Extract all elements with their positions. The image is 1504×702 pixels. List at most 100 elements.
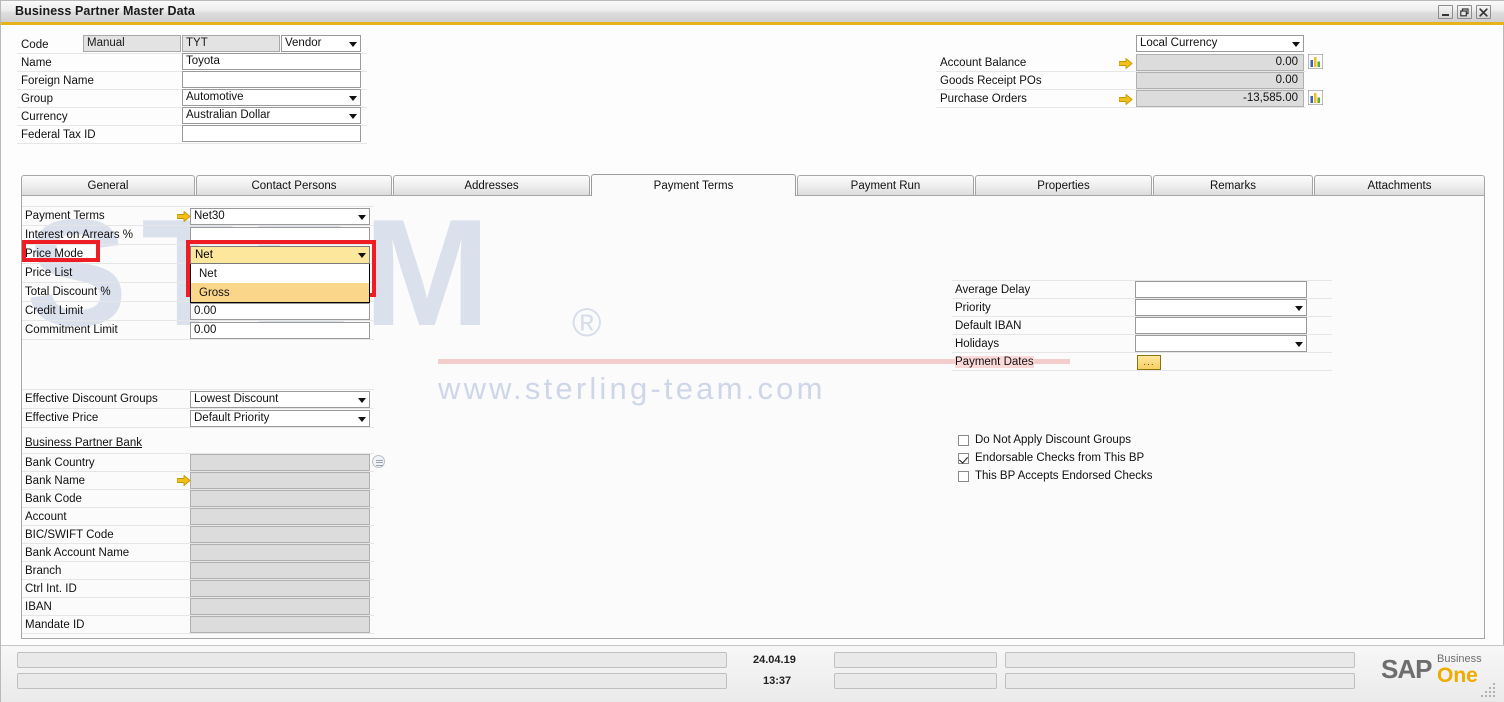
watermark-url: www.sterling-team.com	[438, 371, 826, 406]
tab-payment-terms-label: Payment Terms	[653, 179, 734, 192]
payment-terms-select[interactable]: Net30	[190, 208, 370, 225]
tab-addresses-label: Addresses	[464, 179, 519, 192]
price-mode-selected-value-box[interactable]: Net	[190, 246, 370, 264]
checkbox-do-not-apply-discount-groups[interactable]	[958, 435, 969, 446]
label-total-discount: Total Discount %	[25, 286, 111, 298]
sap-business-one-logo: SAP Business One	[1381, 652, 1491, 687]
tab-payment-terms[interactable]: Payment Terms	[591, 174, 796, 196]
application-window: Business Partner Master Data Code Name F…	[0, 0, 1504, 702]
effective-price-select[interactable]: Default Priority	[190, 410, 370, 427]
label-priority: Priority	[955, 302, 991, 314]
bic-swift-code-field[interactable]	[190, 526, 370, 543]
checkbox-endorsable-checks-from-this-bp[interactable]	[958, 453, 969, 464]
tab-contact-persons[interactable]: Contact Persons	[196, 175, 392, 195]
tab-remarks[interactable]: Remarks	[1153, 175, 1313, 195]
restore-button[interactable]	[1457, 5, 1472, 19]
tab-addresses[interactable]: Addresses	[393, 175, 590, 195]
price-mode-options-list: Net Gross	[190, 264, 370, 303]
tab-attachments[interactable]: Attachments	[1314, 175, 1485, 195]
currency-view-select[interactable]: Local Currency	[1136, 35, 1304, 52]
branch-field[interactable]	[190, 562, 370, 579]
status-time: 13:37	[763, 675, 792, 687]
status-field-3	[834, 652, 997, 668]
purchase-orders-chart-icon[interactable]	[1307, 89, 1324, 106]
group-select[interactable]: Automotive	[182, 89, 361, 106]
bank-name-link-arrow-icon[interactable]	[176, 475, 191, 486]
federal-tax-id-field[interactable]	[182, 125, 361, 142]
bank-country-field[interactable]	[190, 454, 370, 471]
account-balance-chart-icon[interactable]	[1307, 53, 1324, 70]
tab-remarks-label: Remarks	[1209, 179, 1256, 192]
label-bank-account-name: Bank Account Name	[25, 547, 130, 559]
label-code: Code	[21, 39, 49, 51]
label-federal-tax-id: Federal Tax ID	[21, 129, 96, 141]
tab-payment-run[interactable]: Payment Run	[797, 175, 974, 195]
tab-contact-persons-label: Contact Persons	[251, 179, 337, 192]
payment-terms-link-arrow-icon[interactable]	[176, 211, 191, 222]
account-balance-value: 0.00	[1136, 54, 1304, 71]
label-name: Name	[21, 57, 52, 69]
label-iban: IBAN	[25, 601, 52, 613]
label-branch: Branch	[25, 565, 62, 577]
tab-payment-run-label: Payment Run	[850, 179, 921, 192]
label-bank-country: Bank Country	[25, 457, 95, 469]
average-delay-field[interactable]	[1135, 281, 1307, 298]
bp-type-select[interactable]: Vendor	[281, 35, 361, 52]
payment-terms-panel: STEM ® www.sterling-team.com Payment Ter…	[21, 195, 1485, 639]
label-do-not-apply-discount-groups: Do Not Apply Discount Groups	[975, 434, 1131, 446]
priority-select[interactable]	[1135, 299, 1307, 316]
titlebar-accent-line	[1, 22, 1504, 25]
tab-properties[interactable]: Properties	[975, 175, 1152, 195]
label-interest-on-arrears: Interest on Arrears %	[25, 229, 134, 241]
account-field[interactable]	[190, 508, 370, 525]
price-mode-selected-value: Net	[195, 249, 213, 261]
account-balance-link-arrow-icon[interactable]	[1118, 58, 1133, 69]
label-effective-discount-groups: Effective Discount Groups	[25, 393, 158, 405]
effective-discount-groups-value: Lowest Discount	[194, 393, 279, 405]
label-bank-name: Bank Name	[25, 475, 86, 487]
price-mode-option-gross[interactable]: Gross	[191, 283, 369, 302]
checkbox-this-bp-accepts-endorsed-checks[interactable]	[958, 471, 969, 482]
price-mode-option-net[interactable]: Net	[191, 264, 369, 283]
label-payment-terms: Payment Terms	[25, 210, 105, 222]
bank-code-field[interactable]	[190, 490, 370, 507]
default-iban-field[interactable]	[1135, 317, 1307, 334]
chevron-down-icon	[358, 397, 366, 403]
code-manual-field[interactable]: Manual	[83, 35, 181, 52]
purchase-orders-link-arrow-icon[interactable]	[1118, 94, 1133, 105]
interest-on-arrears-field[interactable]	[190, 227, 370, 244]
label-bank-code: Bank Code	[25, 493, 82, 505]
effective-discount-groups-select[interactable]: Lowest Discount	[190, 391, 370, 408]
chevron-down-icon	[1295, 341, 1303, 347]
label-purchase-orders: Purchase Orders	[940, 93, 1027, 105]
bank-country-list-icon[interactable]	[372, 455, 385, 468]
label-endorsable-checks-from-this-bp: Endorsable Checks from This BP	[975, 452, 1145, 464]
code-value-field[interactable]: TYT	[182, 35, 280, 52]
commitment-limit-field[interactable]: 0.00	[190, 322, 370, 339]
bank-name-field[interactable]	[190, 472, 370, 489]
iban-field[interactable]	[190, 598, 370, 615]
resize-grip[interactable]	[1481, 683, 1497, 697]
status-bar: 24.04.19 13:37 SAP Business One	[1, 645, 1504, 702]
name-field[interactable]: Toyota	[182, 53, 361, 70]
label-mandate-id: Mandate ID	[25, 619, 85, 631]
window-title: Business Partner Master Data	[15, 4, 195, 18]
label-credit-limit: Credit Limit	[25, 305, 84, 317]
minimize-button[interactable]	[1438, 5, 1453, 19]
chevron-down-icon	[358, 214, 366, 220]
status-field-4	[834, 673, 997, 689]
bank-account-name-field[interactable]	[190, 544, 370, 561]
label-holidays: Holidays	[955, 338, 1000, 350]
close-button[interactable]	[1476, 5, 1491, 19]
currency-select[interactable]: Australian Dollar	[182, 107, 361, 124]
chevron-down-icon	[1295, 305, 1303, 311]
chevron-down-icon	[349, 41, 357, 47]
credit-limit-field[interactable]: 0.00	[190, 303, 370, 320]
payment-dates-button[interactable]: ...	[1137, 355, 1161, 370]
ctrl-int-id-field[interactable]	[190, 580, 370, 597]
holidays-select[interactable]	[1135, 335, 1307, 352]
mandate-id-field[interactable]	[190, 616, 370, 633]
tab-general[interactable]: General	[21, 175, 195, 195]
label-foreign-name: Foreign Name	[21, 75, 94, 87]
foreign-name-field[interactable]	[182, 71, 361, 88]
